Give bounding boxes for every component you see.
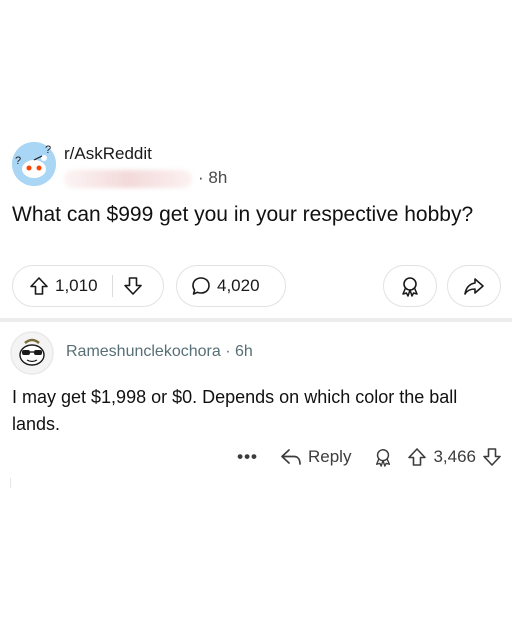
comment-meta: Rameshunclekochora · 6h	[66, 343, 253, 361]
comment-age: · 6h	[225, 343, 253, 360]
award-button[interactable]	[383, 265, 437, 307]
redacted-author	[64, 170, 192, 188]
subreddit-avatar-icon[interactable]: ? ?	[12, 142, 56, 186]
comment-bubble-icon	[192, 277, 210, 295]
comment-vote-count: 3,466	[433, 447, 476, 466]
comments-button[interactable]: 4,020	[176, 265, 286, 307]
share-arrow-icon	[464, 278, 484, 295]
subreddit-name[interactable]: r/AskReddit	[64, 144, 152, 164]
post-upvote-count: 1,010	[55, 276, 98, 295]
commenter-avatar-icon[interactable]	[10, 331, 54, 375]
comment-downvote-icon[interactable]	[482, 447, 502, 467]
svg-text:?: ?	[45, 144, 51, 156]
downvote-icon[interactable]	[123, 276, 143, 296]
section-separator	[0, 318, 512, 322]
comment-body: I may get $1,998 or $0. Depends on which…	[12, 387, 458, 434]
upvote-icon[interactable]	[29, 276, 49, 296]
share-button[interactable]	[447, 265, 501, 307]
comment-action-bar: ••• Reply 3,466	[237, 445, 502, 469]
comment-count: 4,020	[217, 276, 260, 295]
post-age: · 8h	[198, 168, 228, 187]
vote-divider	[111, 275, 113, 297]
svg-text:?: ?	[15, 155, 21, 167]
comment-author[interactable]: Rameshunclekochora	[66, 343, 221, 360]
more-options-button[interactable]: •••	[237, 447, 258, 467]
award-icon[interactable]	[373, 447, 393, 467]
thread-line	[10, 478, 11, 488]
post-vote-control: 1,010	[12, 265, 164, 307]
award-icon	[402, 277, 418, 297]
post-title[interactable]: What can $999 get you in your respective…	[12, 200, 482, 229]
reply-arrow-icon[interactable]	[280, 447, 302, 467]
comment-upvote-icon[interactable]	[407, 447, 427, 467]
reply-button[interactable]: Reply	[308, 447, 351, 467]
